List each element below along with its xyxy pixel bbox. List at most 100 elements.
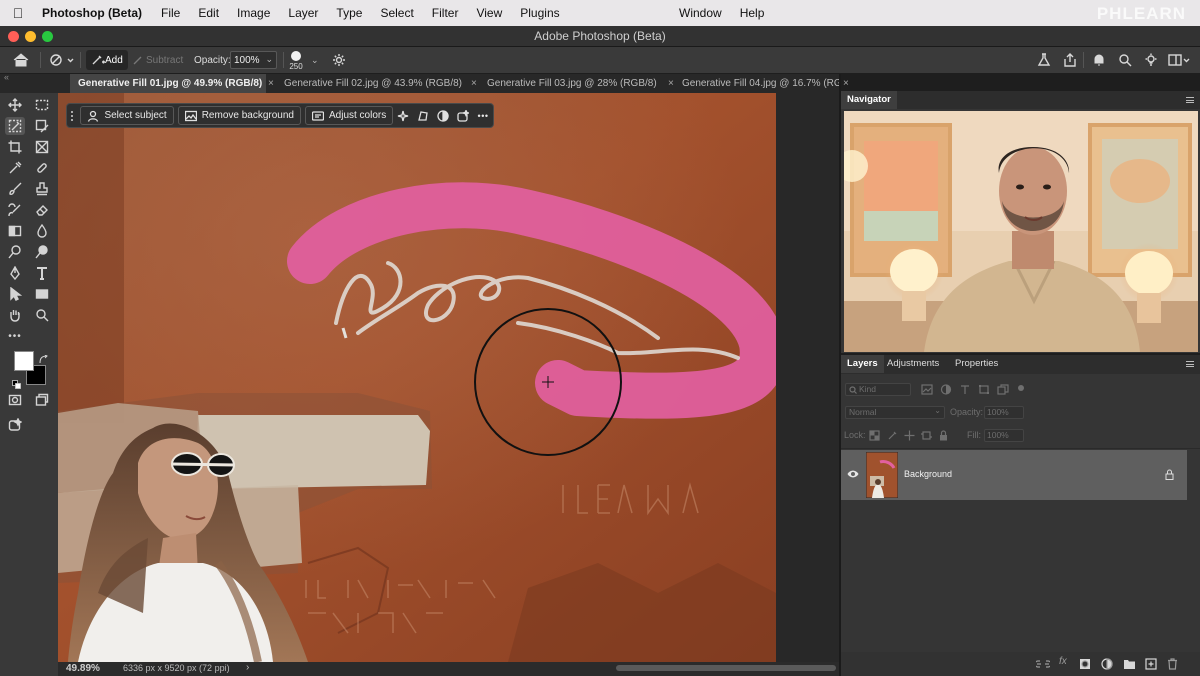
search-icon[interactable] [1118,47,1132,73]
share-icon[interactable] [1062,47,1078,73]
rectangle-tool-icon[interactable] [32,285,52,303]
adjustment-filter-icon[interactable] [940,384,952,395]
crop-tool-icon[interactable] [5,138,25,156]
tab-properties[interactable]: Properties [949,355,1004,373]
lock-artboard-icon[interactable] [921,430,932,441]
type-filter-icon[interactable] [959,384,971,395]
blend-mode-select[interactable]: Normal ⌄ [845,406,945,419]
layers-menu-icon[interactable] [1186,361,1194,367]
zoom-window-button[interactable] [42,31,53,42]
menu-help[interactable]: Help [731,6,774,20]
close-window-button[interactable] [8,31,19,42]
eraser-tool-icon[interactable] [32,201,52,219]
layer-lock-icon[interactable] [1165,469,1174,480]
lock-all-icon[interactable] [938,430,949,441]
hand-tool-icon[interactable] [5,306,25,324]
menu-type[interactable]: Type [327,6,371,20]
menu-view[interactable]: View [467,6,511,20]
frame-tool-icon[interactable] [32,138,52,156]
minimize-window-button[interactable] [25,31,36,42]
gradient-tool-icon[interactable] [5,222,25,240]
subtract-mode-button[interactable]: Subtract [132,47,183,73]
menu-file[interactable]: File [152,6,189,20]
drag-handle-icon[interactable] [71,110,76,121]
kind-filter-select[interactable]: Kind [845,383,911,396]
generative-fill-icon[interactable] [5,416,25,434]
zoom-level[interactable]: 49.89% [66,663,100,674]
lock-image-pixels-icon[interactable] [887,430,898,441]
pixel-filter-icon[interactable] [921,384,933,395]
tool-preset-icon[interactable] [48,47,74,73]
doc-tab-2[interactable]: Generative Fill 02.jpg @ 43.9% (RGB/8) [276,74,466,93]
menu-window[interactable]: Window [670,6,731,20]
horizontal-scrollbar[interactable] [616,665,836,671]
pen-tool-icon[interactable] [5,264,25,282]
remove-background-button[interactable]: Remove background [177,106,301,125]
layer-name-background[interactable]: Background [904,469,952,479]
brush-size-picker[interactable]: 250 [289,48,303,72]
swap-colors-icon[interactable] [39,351,48,364]
tab-layers[interactable]: Layers [841,355,884,373]
close-tab-1-icon[interactable]: × [268,74,274,93]
fx-icon[interactable]: fx [1059,656,1067,667]
default-colors-icon[interactable] [12,376,21,389]
menu-filter[interactable]: Filter [423,6,468,20]
dodge-tool-icon[interactable] [5,243,25,261]
document-canvas[interactable] [58,93,776,662]
brush-chevron-icon[interactable]: ⌄ [311,47,319,73]
home-icon[interactable] [12,47,30,73]
object-selection-tool-icon[interactable] [5,117,25,135]
doc-tab-4[interactable]: Generative Fill 04.jpg @ 16.7% (RGB/8) [674,74,840,93]
mask-icon[interactable] [433,109,453,122]
new-layer-icon[interactable] [1145,658,1157,670]
close-tab-3-icon[interactable]: × [668,74,674,93]
menu-select[interactable]: Select [371,6,422,20]
collapse-panels-icon[interactable]: « [4,72,9,82]
adjust-colors-button[interactable]: Adjust colors [304,106,394,125]
clone-stamp-tool-icon[interactable] [32,180,52,198]
sparkle-icon[interactable] [393,110,413,122]
close-tab-2-icon[interactable]: × [471,74,477,93]
navigator-menu-icon[interactable] [1186,97,1194,103]
status-menu-arrow-icon[interactable]: › [246,662,249,673]
settings-gear-icon[interactable] [332,47,346,73]
move-tool-icon[interactable] [5,96,25,114]
link-layers-icon[interactable] [1036,658,1050,670]
path-selection-tool-icon[interactable] [5,285,25,303]
add-mask-icon[interactable] [1079,658,1091,670]
brush-tool-icon[interactable] [5,180,25,198]
blur-tool-icon[interactable] [32,222,52,240]
filter-toggle-icon[interactable] [1018,385,1024,391]
menu-edit[interactable]: Edit [189,6,228,20]
shape-filter-icon[interactable] [978,384,990,395]
select-subject-button[interactable]: Select subject [80,106,174,125]
menu-app-name[interactable]: Photoshop (Beta) [36,6,152,20]
burn-tool-icon[interactable] [32,243,52,261]
doc-tab-1[interactable]: Generative Fill 01.jpg @ 49.9% (RGB/8) [70,74,266,93]
discover-lightbulb-icon[interactable] [1144,47,1158,73]
doc-tab-3[interactable]: Generative Fill 03.jpg @ 28% (RGB/8) [479,74,665,93]
lock-transparent-pixels-icon[interactable] [869,430,880,441]
layer-opacity-field[interactable]: 100% [984,406,1024,419]
fill-field[interactable]: 100% [984,429,1024,442]
more-tools-icon[interactable]: ••• [5,327,25,345]
marquee-tool-icon[interactable] [32,96,52,114]
tab-adjustments[interactable]: Adjustments [881,355,945,373]
screen-mode-icon[interactable] [32,391,52,409]
quick-mask-icon[interactable] [5,391,25,409]
add-mode-button[interactable]: Add [86,50,128,70]
smart-object-filter-icon[interactable] [997,384,1009,395]
healing-brush-tool-icon[interactable] [32,159,52,177]
tab-navigator[interactable]: Navigator [841,91,897,109]
fill-selection-icon[interactable] [453,109,473,122]
more-options-icon[interactable]: ••• [473,111,493,121]
menu-layer[interactable]: Layer [279,6,327,20]
menu-image[interactable]: Image [228,6,279,20]
menu-plugins[interactable]: Plugins [511,6,568,20]
history-brush-tool-icon[interactable] [5,201,25,219]
beaker-icon[interactable] [1037,47,1051,73]
delete-layer-icon[interactable] [1167,658,1178,670]
notifications-bell-icon[interactable] [1092,47,1106,73]
eyedropper-tool-icon[interactable] [5,159,25,177]
remove-tool-icon[interactable] [32,117,52,135]
